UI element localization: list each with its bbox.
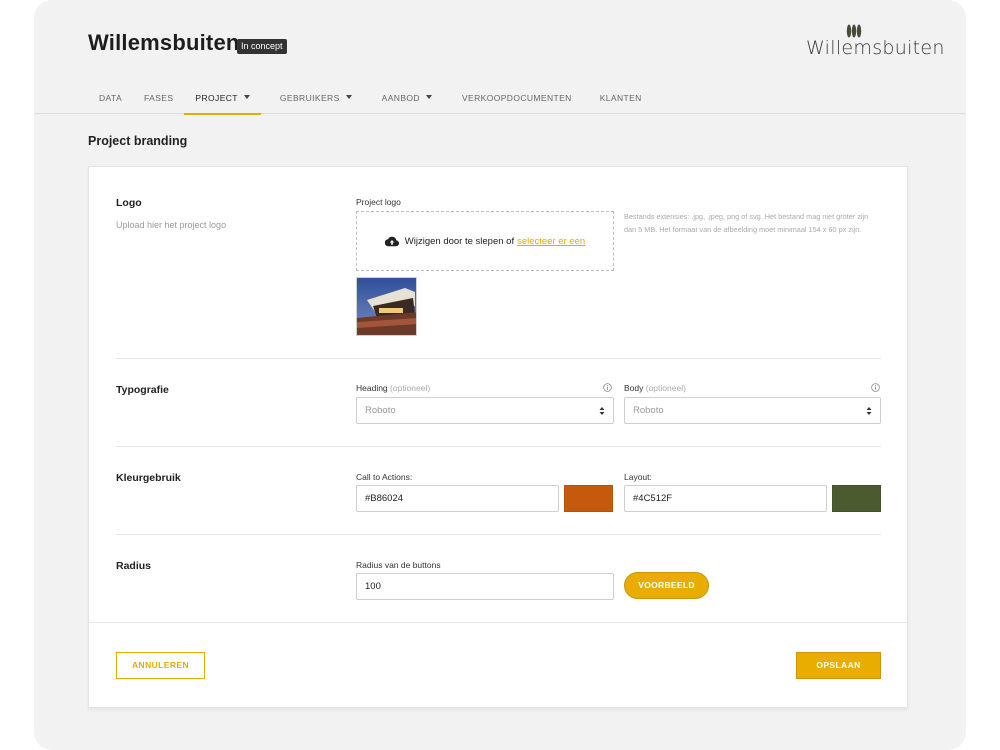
- body-font-select[interactable]: Roboto: [624, 397, 881, 424]
- heading-label-text: Heading: [356, 383, 388, 393]
- save-button[interactable]: OPSLAAN: [796, 652, 881, 679]
- app-frame: Willemsbuiten In concept Willemsbuiten D…: [34, 0, 966, 750]
- info-icon[interactable]: [871, 383, 880, 392]
- cloud-upload-icon: [384, 236, 399, 246]
- preview-button[interactable]: VOORBEELD: [624, 572, 709, 599]
- radius-input[interactable]: 100: [356, 573, 614, 600]
- body-label-text: Body: [624, 383, 644, 393]
- typography-section-title: Typografie: [116, 384, 169, 396]
- main-nav: DATA FASES PROJECT GEBRUIKERS AANBOD VER…: [88, 80, 653, 115]
- tab-gebruikers[interactable]: GEBRUIKERS: [269, 80, 363, 114]
- optional-text: (optioneel): [390, 383, 431, 393]
- branding-card: Logo Upload hier het project logo Projec…: [88, 166, 908, 708]
- house-image: [357, 278, 416, 335]
- divider: [116, 446, 881, 447]
- cta-color-label: Call to Actions:: [356, 472, 413, 482]
- tab-label: KLANTEN: [599, 93, 642, 103]
- info-icon[interactable]: [603, 383, 612, 392]
- tab-label: DATA: [99, 93, 123, 103]
- page-title: Willemsbuiten: [88, 30, 240, 55]
- page-header: Willemsbuiten In concept Willemsbuiten D…: [34, 0, 966, 115]
- tab-label: FASES: [144, 93, 174, 103]
- status-badge: In concept: [237, 39, 287, 54]
- tab-klanten[interactable]: KLANTEN: [589, 80, 653, 114]
- logo-section-subtitle: Upload hier het project logo: [116, 220, 227, 230]
- cta-color-input[interactable]: #B86024: [356, 485, 559, 512]
- tab-label: GEBRUIKERS: [279, 93, 340, 103]
- brand-logo: Willemsbuiten: [806, 24, 945, 59]
- optional-text: (optioneel): [645, 383, 686, 393]
- radius-section-title: Radius: [116, 560, 152, 572]
- layout-color-label: Layout:: [624, 472, 652, 482]
- cta-color-swatch[interactable]: [564, 485, 613, 512]
- heading-font-label: Heading (optioneel): [356, 383, 430, 393]
- tab-label: AANBOD: [381, 93, 420, 103]
- layout-color-input[interactable]: #4C512F: [624, 485, 827, 512]
- body-font-label: Body (optioneel): [624, 383, 686, 393]
- divider: [116, 358, 881, 359]
- section-title: Project branding: [88, 134, 188, 148]
- tab-label: PROJECT: [195, 93, 238, 103]
- brand-logo-text: Willemsbuiten: [806, 37, 945, 59]
- select-file-link[interactable]: selecteer er een: [517, 236, 585, 247]
- caret-down-icon: [425, 95, 432, 99]
- cancel-button[interactable]: ANNULEREN: [116, 652, 205, 679]
- tab-fases[interactable]: FASES: [133, 80, 184, 114]
- logo-thumbnail[interactable]: [356, 277, 417, 336]
- layout-color-swatch[interactable]: [832, 485, 881, 512]
- radius-label: Radius van de buttons: [356, 560, 441, 570]
- caret-down-icon: [345, 95, 352, 99]
- tab-label: VERKOOPDOCUMENTEN: [461, 93, 572, 103]
- sort-arrows-icon: [866, 407, 872, 415]
- leaf-logo-icon: [846, 24, 862, 38]
- divider: [116, 534, 881, 535]
- tab-aanbod[interactable]: AANBOD: [371, 80, 443, 114]
- project-logo-label: Project logo: [356, 197, 401, 207]
- upload-hint: Bestands extensies: .jpg, .jpeg, png of …: [624, 212, 869, 234]
- tab-project[interactable]: PROJECT: [184, 80, 262, 115]
- heading-font-select[interactable]: Roboto: [356, 397, 614, 424]
- tab-data[interactable]: DATA: [88, 80, 133, 114]
- sort-arrows-icon: [599, 407, 605, 415]
- caret-down-icon: [243, 95, 250, 99]
- tab-verkoopdocumenten[interactable]: VERKOOPDOCUMENTEN: [451, 80, 583, 114]
- select-value: Roboto: [633, 405, 664, 416]
- logo-dropzone[interactable]: Wijzigen door te slepen of selecteer er …: [356, 211, 614, 271]
- logo-section-title: Logo: [116, 197, 142, 209]
- dropzone-text: Wijzigen door te slepen of: [404, 235, 515, 247]
- footer-divider: [89, 622, 907, 623]
- select-value: Roboto: [365, 405, 396, 416]
- color-section-title: Kleurgebruik: [116, 472, 181, 484]
